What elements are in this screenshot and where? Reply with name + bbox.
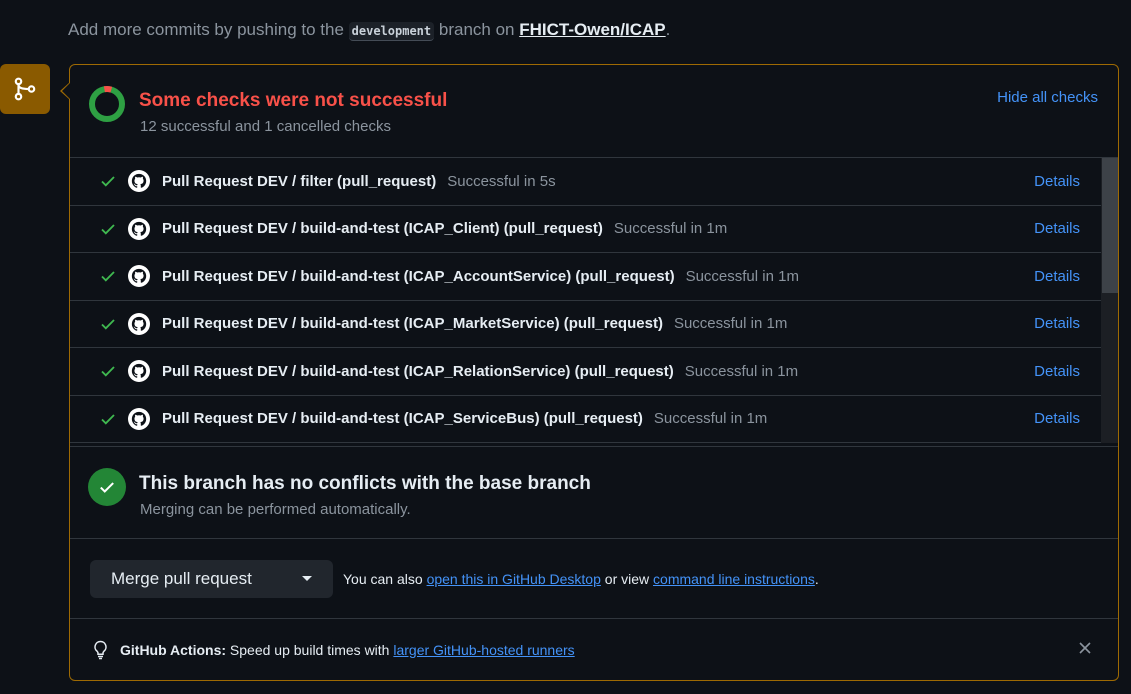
check-name: Pull Request DEV / build-and-test (ICAP_… [162, 220, 603, 238]
checks-summary: 12 successful and 1 cancelled checks [140, 118, 391, 135]
check-icon [101, 414, 115, 425]
merge-help-text: You can also open this in GitHub Desktop… [343, 571, 819, 587]
checks-title: Some checks were not successful [139, 90, 448, 111]
merge-box: Some checks were not successful 12 succe… [69, 64, 1119, 681]
check-name: Pull Request DEV / build-and-test (ICAP_… [162, 410, 643, 428]
checks-list: Pull Request DEV / filter (pull_request)… [70, 158, 1101, 443]
merge-help-suffix: . [814, 571, 819, 587]
check-row: Pull Request DEV / build-and-test (ICAP_… [70, 206, 1101, 253]
check-details-link[interactable]: Details [1034, 268, 1080, 285]
github-mark-icon [128, 265, 150, 288]
merge-help-middle: or view [604, 571, 650, 587]
merge-section: Merge pull request You can also open thi… [70, 539, 1118, 619]
check-row: Pull Request DEV / build-and-test (ICAP_… [70, 396, 1101, 443]
github-mark-icon [128, 312, 150, 335]
check-icon [101, 176, 115, 187]
push-hint: Add more commits by pushing to the devel… [68, 20, 671, 41]
github-mark-icon [128, 217, 150, 240]
check-name: Pull Request DEV / build-and-test (ICAP_… [162, 315, 663, 333]
check-circle-icon [88, 468, 126, 506]
conflict-status: This branch has no conflicts with the ba… [70, 446, 1118, 539]
check-status: Successful in 1m [684, 362, 799, 380]
check-icon [101, 366, 115, 377]
push-hint-suffix: . [665, 20, 671, 39]
check-row: Pull Request DEV / build-and-test (ICAP_… [70, 301, 1101, 348]
command-line-instructions-link[interactable]: command line instructions [653, 571, 815, 587]
open-in-desktop-link[interactable]: open this in GitHub Desktop [427, 571, 601, 587]
merge-pull-request-button[interactable]: Merge pull request [90, 560, 333, 598]
check-row: Pull Request DEV / build-and-test (ICAP_… [70, 253, 1101, 301]
check-icon [101, 319, 115, 330]
status-donut-icon [89, 86, 125, 122]
actions-tip-text: GitHub Actions: Speed up build times wit… [120, 642, 575, 658]
check-name: Pull Request DEV / filter (pull_request) [162, 172, 437, 190]
push-hint-middle: branch on [438, 20, 515, 39]
github-mark-icon [128, 360, 150, 383]
check-status: Successful in 1m [685, 267, 799, 285]
panel-pointer-inner [62, 83, 70, 99]
check-status: Successful in 1m [653, 410, 768, 428]
check-status: Successful in 1m [673, 315, 788, 333]
checks-header: Some checks were not successful 12 succe… [70, 65, 1118, 158]
conflict-subtitle: Merging can be performed automatically. [140, 501, 411, 518]
github-mark-icon [128, 170, 150, 193]
dropdown-caret-icon[interactable] [302, 576, 312, 581]
merge-help-prefix: You can also [343, 571, 423, 587]
github-mark-icon [128, 407, 150, 430]
lightbulb-icon [94, 640, 107, 660]
scrollbar-thumb[interactable] [1102, 158, 1118, 293]
check-details-link[interactable]: Details [1034, 315, 1080, 332]
conflict-title: This branch has no conflicts with the ba… [139, 473, 591, 494]
check-status: Successful in 1m [613, 220, 728, 238]
check-name: Pull Request DEV / build-and-test (ICAP_… [162, 267, 675, 285]
check-name: Pull Request DEV / build-and-test (ICAP_… [162, 362, 674, 380]
close-icon[interactable] [1078, 641, 1092, 655]
push-hint-prefix: Add more commits by pushing to the [68, 20, 344, 39]
branch-name[interactable]: development [348, 22, 435, 41]
check-details-link[interactable]: Details [1034, 363, 1080, 380]
hide-all-checks-button[interactable]: Hide all checks [997, 89, 1098, 106]
merge-button-label: Merge pull request [111, 569, 252, 588]
repo-link[interactable]: FHICT-Owen/ICAP [519, 20, 665, 39]
checks-scrollbar[interactable] [1101, 158, 1118, 443]
check-row: Pull Request DEV / build-and-test (ICAP_… [70, 348, 1101, 396]
larger-runners-link[interactable]: larger GitHub-hosted runners [393, 642, 574, 658]
check-status: Successful in 5s [447, 172, 556, 190]
actions-tip-body: Speed up build times with [229, 642, 390, 658]
git-merge-icon [0, 64, 50, 114]
check-details-link[interactable]: Details [1034, 410, 1080, 427]
check-details-link[interactable]: Details [1034, 173, 1080, 190]
check-details-link[interactable]: Details [1034, 220, 1080, 237]
check-icon [101, 224, 115, 235]
check-icon [101, 271, 115, 282]
check-row: Pull Request DEV / filter (pull_request)… [70, 158, 1101, 206]
actions-tip-label: GitHub Actions: [120, 642, 227, 658]
actions-tip: GitHub Actions: Speed up build times wit… [70, 619, 1118, 680]
